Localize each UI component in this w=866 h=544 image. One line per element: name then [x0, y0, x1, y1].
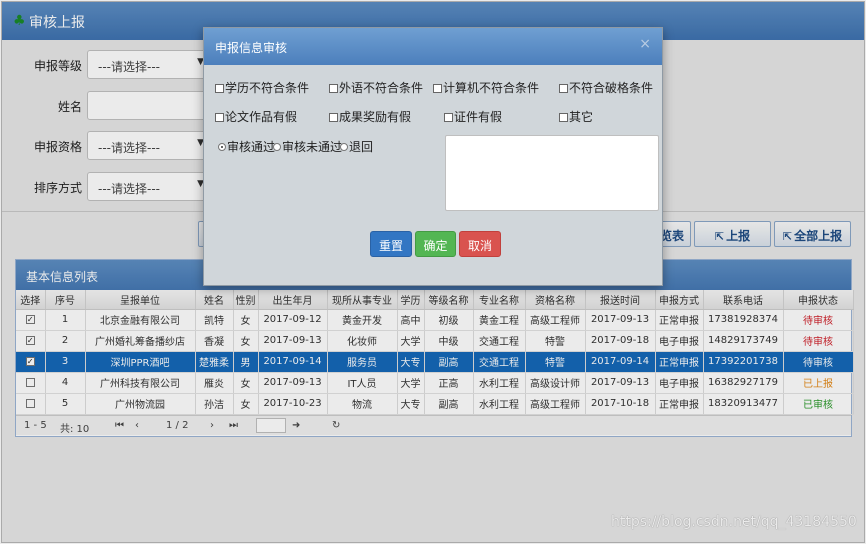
- reason-checkbox[interactable]: 不符合破格条件: [559, 79, 653, 96]
- reason-checkbox[interactable]: 学历不符合条件: [215, 79, 309, 96]
- checkbox-icon: [559, 84, 568, 93]
- checkbox-icon: [215, 84, 224, 93]
- modal-title-bar: 申报信息审核 ×: [204, 28, 662, 65]
- checkbox-icon: [559, 113, 568, 122]
- checkbox-icon: [433, 84, 442, 93]
- reason-checkbox[interactable]: 论文作品有假: [215, 108, 297, 125]
- reason-checkbox[interactable]: 计算机不符合条件: [433, 79, 539, 96]
- reason-checkbox[interactable]: 其它: [559, 108, 593, 125]
- checkbox-icon: [329, 113, 338, 122]
- result-radio-pass[interactable]: 审核通过: [218, 138, 275, 155]
- reason-checkbox[interactable]: 证件有假: [444, 108, 502, 125]
- modal-title: 申报信息审核: [215, 41, 288, 55]
- checkbox-icon: [215, 113, 224, 122]
- result-radio-fail[interactable]: 审核未通过: [273, 138, 342, 155]
- confirm-button[interactable]: 确定: [415, 231, 456, 257]
- remark-textarea[interactable]: [445, 135, 659, 211]
- review-modal: 申报信息审核 × 学历不符合条件 外语不符合条件 计算机不符合条件 不符合破格条…: [203, 27, 663, 286]
- result-radio-return[interactable]: 退回: [340, 138, 373, 155]
- checkbox-icon: [444, 113, 453, 122]
- cancel-button[interactable]: 取消: [459, 231, 501, 257]
- radio-selected-icon: [218, 143, 226, 151]
- reset-button[interactable]: 重置: [370, 231, 412, 257]
- radio-icon: [273, 143, 281, 151]
- reason-checkbox[interactable]: 成果奖励有假: [329, 108, 411, 125]
- checkbox-icon: [329, 84, 338, 93]
- close-icon[interactable]: ×: [639, 36, 651, 52]
- reason-checkbox[interactable]: 外语不符合条件: [329, 79, 423, 96]
- radio-icon: [340, 143, 348, 151]
